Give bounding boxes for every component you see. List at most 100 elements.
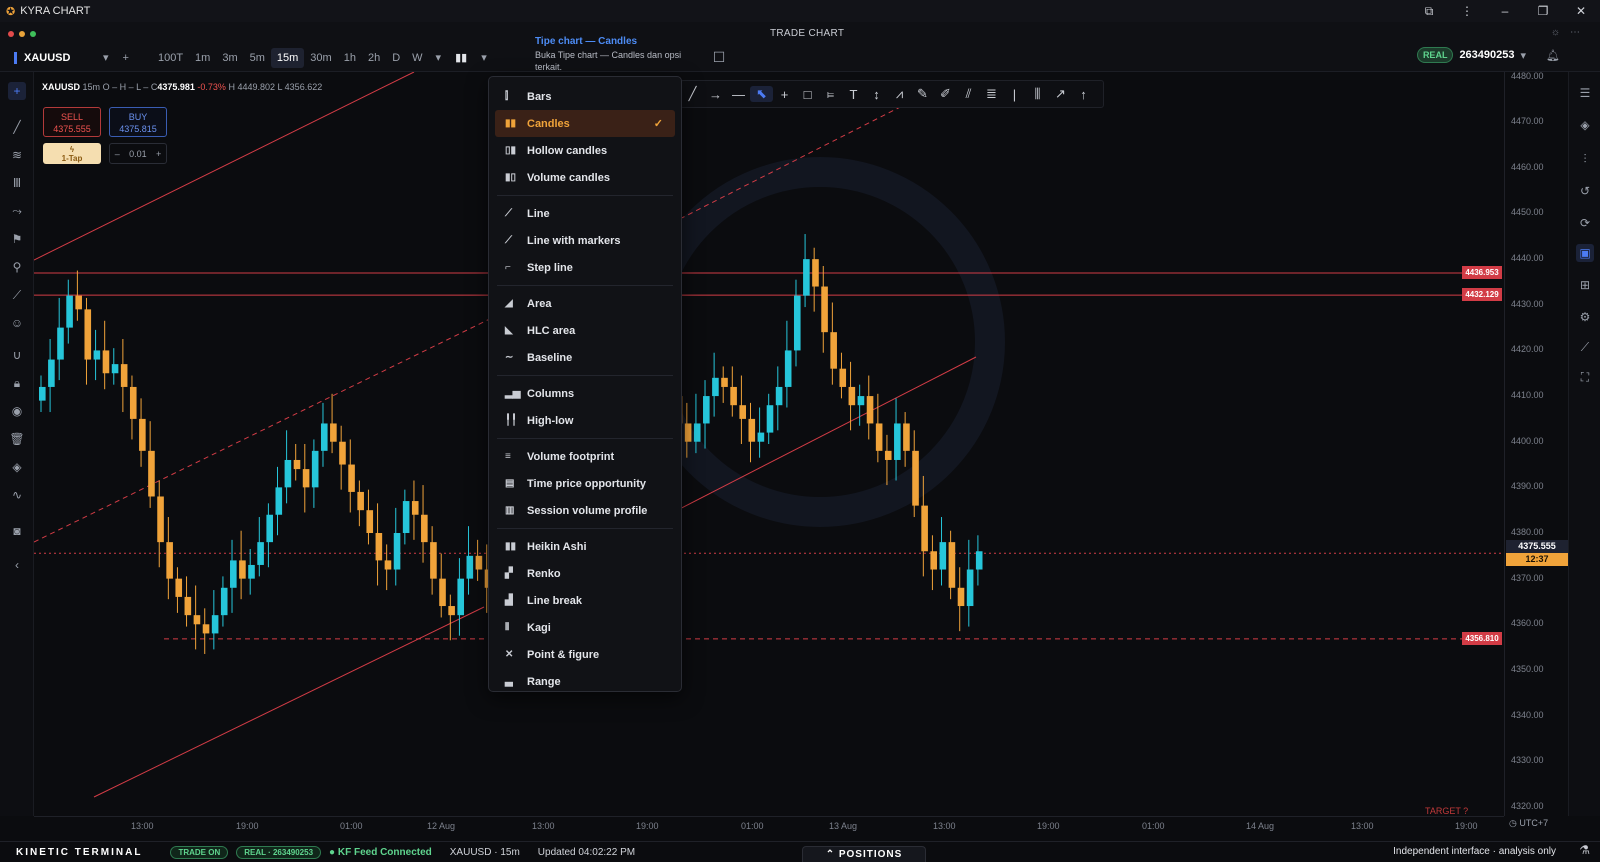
watchlist-icon[interactable]: ☰ [1576, 84, 1594, 102]
settings-sun-icon[interactable]: ☼ [1551, 27, 1560, 38]
one-tap-toggle[interactable]: ϟ 1-Tap [43, 143, 101, 164]
brush-icon[interactable]: ⚲ [8, 258, 26, 276]
menu-item-candles[interactable]: ▮▮ Candles ✓ [495, 110, 675, 137]
chevron-down-icon[interactable]: ▾ [96, 51, 116, 64]
menu-item-kagi[interactable]: ⫴ Kagi [489, 614, 681, 641]
refresh-icon[interactable]: ⟳ [1576, 214, 1594, 232]
menu-item-heikin-ashi[interactable]: ▮▮ Heikin Ashi [489, 533, 681, 560]
level-price-tag[interactable]: 4356.810 [1462, 631, 1502, 645]
emoji-icon[interactable]: ☺ [8, 314, 26, 332]
fib-icon[interactable]: ≋ [8, 146, 26, 164]
account-chevron-icon[interactable]: ▾ [1521, 49, 1527, 62]
trend-icon[interactable]: ⟋ [1576, 338, 1594, 356]
lot-minus-button[interactable]: – [115, 149, 120, 159]
menu-item-point-figure[interactable]: ✕ Point & figure [489, 641, 681, 668]
path-icon[interactable]: ⤳ [8, 202, 26, 220]
crosshair-icon[interactable]: + [8, 82, 26, 100]
arrow-diag-tool-icon[interactable]: ↗ [1049, 86, 1072, 102]
menu-item-range[interactable]: ▃ Range [489, 668, 681, 695]
highlighter-tool-icon[interactable]: ✐ [934, 86, 957, 102]
pitchfork-tool-icon[interactable]: ≣ [980, 86, 1003, 102]
dot-red[interactable] [8, 31, 14, 37]
timeframe-more-icon[interactable]: ▾ [429, 51, 449, 64]
positions-tab[interactable]: ⌃ POSITIONS [802, 846, 926, 862]
layout-square-icon[interactable]: ☐ [706, 49, 733, 66]
timeframe-w[interactable]: W [406, 48, 428, 68]
chart-area[interactable] [34, 72, 1504, 816]
timeframe-d[interactable]: D [386, 48, 406, 68]
menu-item-hollow-candles[interactable]: ▯▮ Hollow candles [489, 137, 681, 164]
layout-icon[interactable]: ⊞ [1576, 276, 1594, 294]
fib-tool-icon[interactable]: ⫢ [819, 86, 842, 102]
channel-tool-icon[interactable]: ⫽ [957, 86, 980, 102]
timeframe-1h[interactable]: 1h [338, 48, 362, 68]
level-price-tag[interactable]: 4432.129 [1462, 288, 1502, 302]
lot-value[interactable]: 0.01 [129, 149, 147, 159]
add-symbol-button[interactable]: + [116, 52, 136, 64]
more-horiz-icon[interactable]: ⋯ [1570, 27, 1580, 38]
menu-item-renko[interactable]: ▞ Renko [489, 560, 681, 587]
layers-icon[interactable]: ◈ [8, 458, 26, 476]
cursor-tool-icon[interactable]: ⬉ [750, 86, 773, 102]
lot-plus-button[interactable]: + [156, 149, 161, 159]
cross-tool-icon[interactable]: + [773, 87, 796, 102]
dot-green[interactable] [30, 31, 36, 37]
line-tool-icon[interactable]: ╱ [681, 86, 704, 102]
level-price-tag[interactable]: 4436.953 [1462, 266, 1502, 280]
trendline-icon[interactable]: ╱ [8, 118, 26, 136]
pattern-icon[interactable]: Ⅲ [8, 174, 26, 192]
layers-icon[interactable]: ◈ [1576, 116, 1594, 134]
menu-item-line-with-markers[interactable]: ⟋ Line with markers [489, 227, 681, 254]
magnet-icon[interactable]: ∪ [8, 346, 26, 364]
lock-icon[interactable]: 🔒︎ [8, 374, 26, 392]
ruler-icon[interactable]: ⟋ [8, 286, 26, 304]
trade-on-pill[interactable]: TRADE ON [170, 845, 229, 859]
gear-icon[interactable]: ⚙ [1576, 308, 1594, 326]
arrow-up-tool-icon[interactable]: ↑ [1072, 87, 1095, 102]
chart-type-chevron-icon[interactable]: ▾ [474, 51, 494, 64]
pencil-tool-icon[interactable]: ✎ [911, 86, 934, 102]
timeframe-15m[interactable]: 15m [270, 47, 305, 68]
extensions-icon[interactable]: ⧉ [1410, 4, 1448, 19]
timeframe-30m[interactable]: 30m [304, 48, 337, 68]
timeframe-5m[interactable]: 5m [244, 48, 271, 68]
save-icon[interactable]: ▣ [1576, 244, 1594, 262]
history-icon[interactable]: ↺ [1576, 182, 1594, 200]
menu-item-high-low[interactable]: ╿╿ High-low [489, 407, 681, 434]
account-box[interactable]: REAL 263490253 ▾ 🔔︎ [1416, 47, 1560, 63]
menu-item-columns[interactable]: ▂▅ Columns [489, 380, 681, 407]
chart-canvas[interactable] [34, 72, 1504, 816]
timeframe-2h[interactable]: 2h [362, 48, 386, 68]
menu-item-volume-footprint[interactable]: ≡ Volume footprint [489, 443, 681, 470]
menu-item-hlc-area[interactable]: ◣ HLC area [489, 317, 681, 344]
indicators-icon[interactable]: ⫶ [1576, 150, 1594, 168]
minimize-button[interactable]: – [1486, 4, 1524, 18]
fullscreen-icon[interactable]: ⛶ [1576, 368, 1594, 386]
time-axis[interactable]: 13:00 19:00 01:00 12 Aug 13:00 19:00 01:00 13 A… [34, 816, 1504, 834]
menu-item-volume-candles[interactable]: ▮▯ Volume candles [489, 164, 681, 191]
menu-item-line-break[interactable]: ▟ Line break [489, 587, 681, 614]
more-vert-icon[interactable]: ⋮ [1448, 4, 1486, 18]
pattern-tool-icon[interactable]: ⫼ [1026, 86, 1049, 102]
polyline-tool-icon[interactable]: ⩘ [888, 86, 911, 102]
wave-icon[interactable]: ∿ [8, 486, 26, 504]
candles-icon[interactable]: ▮▮ [448, 51, 474, 64]
flag-icon[interactable]: ⚑ [8, 230, 26, 248]
price-axis[interactable]: 4480.00 4470.00 4460.00 4450.00 4440.00 4430.… [1462, 71, 1568, 816]
timeframe-100t[interactable]: 100T [152, 48, 189, 68]
maximize-button[interactable]: ❐ [1524, 4, 1562, 18]
sell-button[interactable]: SELL 4375.555 [43, 107, 101, 137]
timeframe-3m[interactable]: 3m [216, 48, 243, 68]
rect-tool-icon[interactable]: □ [796, 87, 819, 102]
menu-item-line[interactable]: ⟋ Line [489, 200, 681, 227]
hline-tool-icon[interactable]: — [727, 87, 750, 102]
trash-icon[interactable]: 🗑︎ [8, 430, 26, 448]
close-button[interactable]: ✕ [1562, 4, 1600, 18]
menu-item-session-volume-profile[interactable]: ▥ Session volume profile [489, 497, 681, 524]
symbol-selector[interactable]: XAUUSD [14, 51, 96, 64]
buy-button[interactable]: BUY 4375.815 [109, 107, 167, 137]
dot-yellow[interactable] [19, 31, 25, 37]
collapse-left-icon[interactable]: ‹ [8, 556, 26, 574]
menu-item-time-price-opportunity[interactable]: ▤ Time price opportunity [489, 470, 681, 497]
bell-icon[interactable]: 🔔︎ [1546, 49, 1560, 62]
